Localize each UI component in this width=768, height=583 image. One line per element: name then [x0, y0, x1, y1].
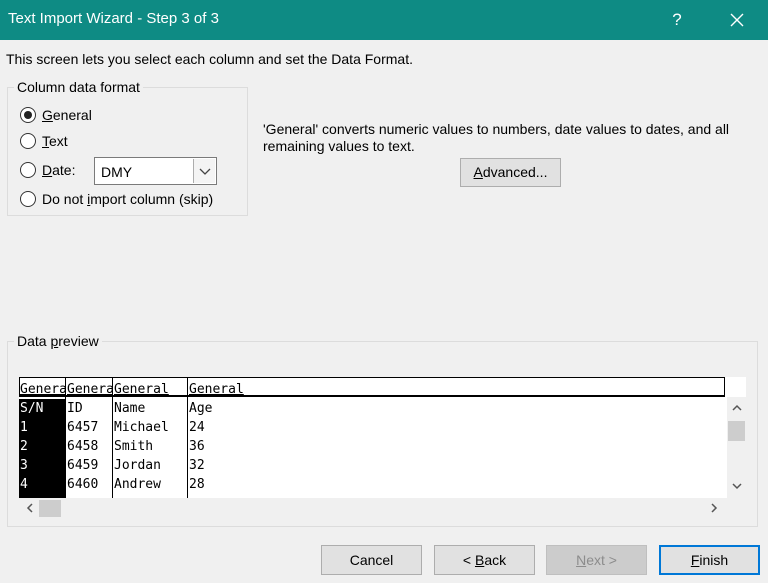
preview-horizontal-scrollbar[interactable] — [19, 498, 727, 518]
radio-date-circle[interactable] — [20, 162, 36, 178]
preview-cell: ID — [67, 401, 83, 416]
preview-cell: 28 — [189, 477, 205, 492]
preview-cell: 1 — [19, 418, 65, 437]
intro-text: This screen lets you select each column … — [6, 51, 413, 67]
preview-cell: Jordan — [114, 458, 161, 473]
data-preview-legend: Data preview — [14, 333, 102, 349]
preview-cell: Michael — [114, 420, 169, 435]
column-data-format-group: Column data format General Text Date: DM… — [7, 79, 248, 216]
radio-general-label: General — [42, 107, 92, 123]
radio-text-label: Text — [42, 133, 68, 149]
date-format-value: DMY — [101, 164, 133, 180]
radio-do-not-import-circle[interactable] — [20, 191, 36, 207]
column-format-header[interactable]: General — [188, 380, 244, 399]
help-button[interactable]: ? — [662, 6, 692, 34]
title-bar: Text Import Wizard - Step 3 of 3 ? — [0, 0, 768, 40]
preview-column-1[interactable]: General S/N 1 2 3 4 — [19, 377, 66, 498]
radio-date-label: Date: — [42, 162, 76, 178]
window-title: Text Import Wizard - Step 3 of 3 — [8, 10, 219, 27]
radio-text[interactable]: Text — [20, 133, 68, 149]
format-description: 'General' converts numeric values to num… — [263, 121, 730, 154]
column-data-format-legend: Column data format — [14, 79, 143, 95]
data-preview-grid[interactable]: General S/N 1 2 3 4 General ID 6457 6458… — [19, 377, 746, 498]
preview-cell: 3 — [19, 456, 65, 475]
vertical-scroll-thumb[interactable] — [728, 421, 745, 441]
horizontal-scroll-thumb[interactable] — [39, 500, 61, 517]
preview-vertical-scrollbar[interactable] — [727, 397, 746, 498]
preview-cell: Andrew — [114, 477, 161, 492]
preview-cell: Name — [114, 401, 146, 416]
back-button[interactable]: < Back — [434, 545, 535, 575]
preview-cell: 32 — [189, 458, 205, 473]
cancel-button[interactable]: Cancel — [321, 545, 422, 575]
preview-cell: Smith — [114, 439, 154, 454]
close-icon[interactable] — [722, 6, 752, 34]
chevron-up-icon[interactable] — [730, 401, 744, 415]
preview-cell: 2 — [19, 437, 65, 456]
column-format-header[interactable]: General — [113, 380, 169, 399]
chevron-left-icon[interactable] — [23, 501, 37, 515]
preview-cell: Age — [189, 401, 213, 416]
chevron-down-icon[interactable] — [730, 479, 744, 493]
preview-cell: 6460 — [67, 477, 99, 492]
preview-column-3[interactable]: General Name Michael Smith Jordan Andrew — [113, 377, 188, 498]
radio-general[interactable]: General — [20, 107, 92, 123]
chevron-right-icon[interactable] — [707, 501, 721, 515]
chevron-down-icon[interactable] — [193, 159, 215, 183]
preview-column-4[interactable]: General Age 24 36 32 28 — [188, 377, 725, 498]
column-format-header[interactable]: General — [66, 380, 112, 399]
radio-do-not-import-label: Do not import column (skip) — [42, 191, 214, 207]
preview-column-2[interactable]: General ID 6457 6458 6459 6460 — [66, 377, 113, 498]
finish-button[interactable]: Finish — [659, 545, 760, 575]
preview-cell: 4 — [19, 475, 65, 494]
radio-text-circle[interactable] — [20, 133, 36, 149]
column-format-header[interactable]: General — [19, 380, 65, 399]
preview-cell: 6457 — [67, 420, 99, 435]
preview-cell: 6459 — [67, 458, 99, 473]
date-format-select[interactable]: DMY — [94, 157, 217, 185]
radio-general-circle[interactable] — [20, 107, 36, 123]
preview-cell: S/N — [19, 399, 65, 418]
radio-date[interactable]: Date: — [20, 162, 75, 178]
preview-cell: 6458 — [67, 439, 99, 454]
radio-do-not-import[interactable]: Do not import column (skip) — [20, 191, 213, 207]
next-button[interactable]: Next > — [546, 545, 647, 575]
preview-cell: 24 — [189, 420, 205, 435]
preview-cell: 36 — [189, 439, 205, 454]
advanced-button[interactable]: Advanced... — [460, 158, 561, 187]
